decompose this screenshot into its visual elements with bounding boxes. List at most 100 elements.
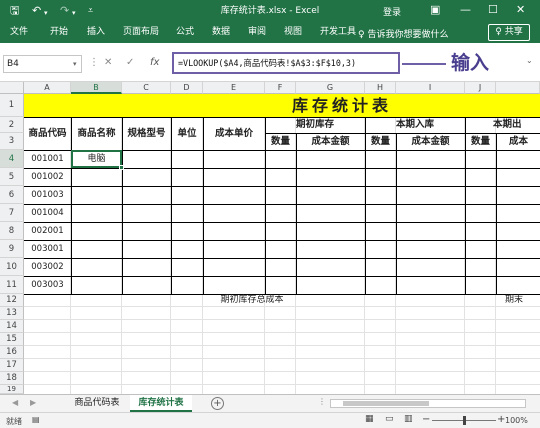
row-header-11[interactable]: 11 <box>0 276 24 294</box>
name-box-dropdown-icon[interactable]: ▾ <box>73 55 77 73</box>
split-handle-icon[interactable]: ⋮ <box>318 397 326 406</box>
horizontal-scrollbar[interactable] <box>330 399 526 408</box>
add-sheet-icon[interactable]: + <box>211 397 224 410</box>
column-header-e[interactable]: E <box>203 82 265 94</box>
undo-icon[interactable]: ↶ <box>32 4 41 18</box>
code-cell[interactable]: 002001 <box>24 222 71 240</box>
row-header-10[interactable]: 10 <box>0 258 24 276</box>
name-box[interactable]: B4 <box>3 55 82 73</box>
header-cell-amount[interactable]: 成本金额 <box>396 133 465 150</box>
header-cell-outbound[interactable]: 本期出 <box>465 117 540 133</box>
column-header-d[interactable]: D <box>171 82 203 94</box>
select-all-corner[interactable] <box>0 82 24 94</box>
redo-dropdown-icon[interactable]: ▾ <box>72 6 76 20</box>
maximize-icon[interactable]: ☐ <box>488 3 498 17</box>
row-header-4[interactable]: 4 <box>0 150 24 168</box>
page-break-view-icon[interactable]: ▥ <box>404 414 413 424</box>
tab-developer[interactable]: 开发工具 <box>320 27 356 38</box>
header-cell-name[interactable]: 商品名称 <box>71 117 122 150</box>
row-header-8[interactable]: 8 <box>0 222 24 240</box>
sheet-title[interactable]: 库存统计表 <box>24 94 540 117</box>
cancel-icon[interactable]: ✕ <box>104 56 112 70</box>
sheet-tab-product-codes[interactable]: 商品代码表 <box>66 395 128 412</box>
code-cell[interactable]: 001003 <box>24 186 71 204</box>
total-cost-label[interactable]: 期初库存总成本 <box>203 294 301 307</box>
close-icon[interactable]: ✕ <box>516 3 525 17</box>
tab-page-layout[interactable]: 页面布局 <box>123 27 159 38</box>
row-header-17[interactable]: 17 <box>0 359 24 372</box>
save-icon[interactable]: 🖫 <box>10 4 19 18</box>
code-cell[interactable]: 003001 <box>24 240 71 258</box>
prev-sheet-icon[interactable]: ◀ <box>12 398 18 407</box>
code-cell[interactable]: 001002 <box>24 168 71 186</box>
tab-insert[interactable]: 插入 <box>87 27 105 38</box>
row-header-13[interactable]: 13 <box>0 307 24 320</box>
column-header-i[interactable]: I <box>396 82 465 94</box>
row-header-19[interactable]: 19 <box>0 385 24 394</box>
header-cell-opening[interactable]: 期初库存 <box>265 117 365 133</box>
insert-function-icon[interactable]: fx <box>150 56 159 70</box>
row-header-16[interactable]: 16 <box>0 346 24 359</box>
code-cell[interactable]: 003003 <box>24 276 71 294</box>
column-header-c[interactable]: C <box>122 82 171 94</box>
undo-dropdown-icon[interactable]: ▾ <box>44 6 48 20</box>
zoom-level[interactable]: 100% <box>505 416 528 425</box>
header-cell-qty[interactable]: 数量 <box>365 133 396 150</box>
header-cell-cost[interactable]: 成本单价 <box>203 117 265 150</box>
login-link[interactable]: 登录 <box>383 5 401 18</box>
tab-view[interactable]: 视图 <box>284 27 302 38</box>
header-cell-spec[interactable]: 规格型号 <box>122 117 171 150</box>
header-cell-qty[interactable]: 数量 <box>265 133 296 150</box>
row-header-2[interactable]: 2 <box>0 117 24 133</box>
enter-icon[interactable]: ✓ <box>126 56 134 70</box>
row-header-9[interactable]: 9 <box>0 240 24 258</box>
tab-home[interactable]: 开始 <box>50 27 68 38</box>
tab-file[interactable]: 文件 <box>10 27 28 38</box>
row-header-14[interactable]: 14 <box>0 320 24 333</box>
header-cell-code[interactable]: 商品代码 <box>24 117 71 150</box>
column-header-f[interactable]: F <box>265 82 296 94</box>
zoom-out-icon[interactable]: − <box>422 414 430 425</box>
code-cell[interactable]: 003002 <box>24 258 71 276</box>
column-header-k[interactable] <box>496 82 540 94</box>
redo-icon[interactable]: ↷ <box>60 4 69 18</box>
ribbon-display-icon[interactable]: ▣ <box>430 3 440 17</box>
header-cell-qty[interactable]: 数量 <box>465 133 496 150</box>
code-cell[interactable]: 001001 <box>24 150 71 168</box>
formula-input[interactable]: =VLOOKUP($A4,商品代码表!$A$3:$F$10,3) <box>172 52 400 74</box>
expand-formula-bar-icon[interactable]: ⌄ <box>526 56 533 65</box>
sheet-tab-inventory[interactable]: 库存统计表 <box>130 395 192 412</box>
column-header-a[interactable]: A <box>24 82 71 94</box>
code-cell[interactable]: 001004 <box>24 204 71 222</box>
column-header-h[interactable]: H <box>365 82 396 94</box>
normal-view-icon[interactable]: ▦ <box>365 414 374 424</box>
row-header-18[interactable]: 18 <box>0 372 24 385</box>
row-header-6[interactable]: 6 <box>0 186 24 204</box>
header-cell-unit[interactable]: 单位 <box>171 117 203 150</box>
fill-handle[interactable] <box>119 165 124 170</box>
row-header-1[interactable]: 1 <box>0 94 24 117</box>
row-header-3[interactable]: 3 <box>0 133 24 150</box>
row-header-12[interactable]: 12 <box>0 294 24 307</box>
row-header-7[interactable]: 7 <box>0 204 24 222</box>
macro-record-icon[interactable]: ▤ <box>32 415 40 424</box>
header-cell-amount[interactable]: 成本 <box>496 133 540 150</box>
tab-data[interactable]: 数据 <box>212 27 230 38</box>
next-sheet-icon[interactable]: ▶ <box>30 398 36 407</box>
header-cell-inbound[interactable]: 本期入库 <box>365 117 465 133</box>
tell-me-search[interactable]: ♀ 告诉我你想要做什么 <box>358 27 448 40</box>
scroll-thumb[interactable] <box>343 401 429 406</box>
customize-quick-access-icon[interactable]: ⩡ <box>88 4 93 18</box>
column-header-j[interactable]: J <box>465 82 496 94</box>
closing-cost-label[interactable]: 期末 <box>505 294 540 307</box>
header-cell-amount[interactable]: 成本金额 <box>296 133 365 150</box>
page-layout-view-icon[interactable]: ▭ <box>385 414 394 424</box>
tab-formulas[interactable]: 公式 <box>176 27 194 38</box>
row-header-15[interactable]: 15 <box>0 333 24 346</box>
share-button[interactable]: ♀ 共享 <box>488 24 530 41</box>
row-header-5[interactable]: 5 <box>0 168 24 186</box>
tab-review[interactable]: 审阅 <box>248 27 266 38</box>
zoom-slider-knob[interactable] <box>463 416 466 425</box>
column-header-b[interactable]: B <box>71 82 122 94</box>
minimize-icon[interactable]: — <box>460 3 471 17</box>
